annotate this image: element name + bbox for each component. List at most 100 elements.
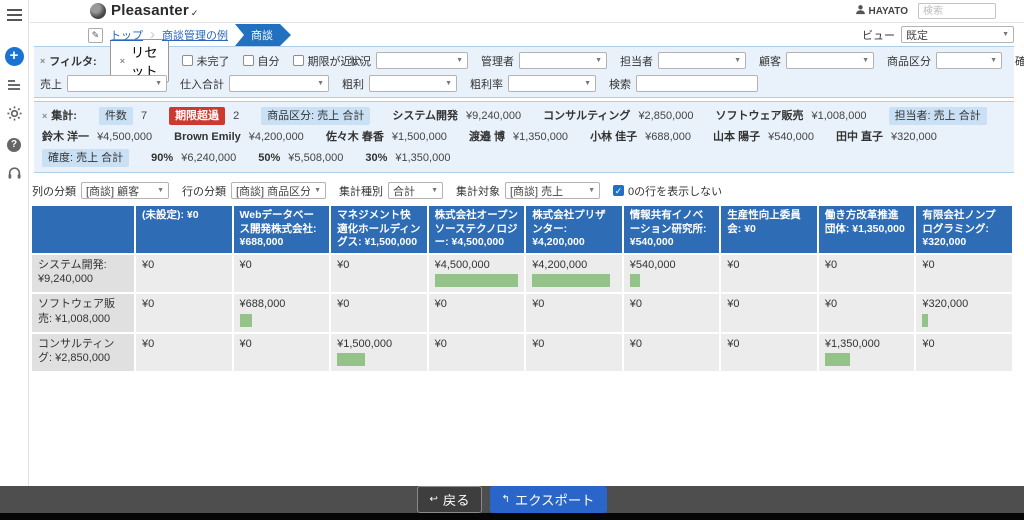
column-header-cell: 働き方改革推進団体: ¥1,350,000	[818, 206, 916, 254]
global-search-input[interactable]	[918, 3, 996, 19]
aggregation-badge[interactable]: 確度: 売上 合計	[42, 149, 129, 167]
column-header-cell: (未設定): ¥0	[135, 206, 233, 254]
back-button[interactable]: ↩ 戻る	[417, 486, 481, 513]
data-cell: ¥4,500,000	[428, 254, 526, 293]
badge-value: 2	[233, 108, 239, 124]
aggregation-badge[interactable]: 商品区分: 売上 合計	[261, 107, 370, 125]
filter-section-label[interactable]: × フィルタ:	[40, 53, 97, 69]
cell-value: ¥0	[630, 297, 714, 311]
filter-field: 商品区分▼	[887, 52, 1002, 69]
filter-field: 顧客▼	[759, 52, 874, 69]
filter-search-input[interactable]	[636, 75, 758, 92]
column-header-cell: Webデータベース開発株式会社: ¥688,000	[233, 206, 331, 254]
plus-icon: +	[10, 47, 19, 64]
chevron-down-icon: ▼	[595, 57, 602, 64]
filter-field-select[interactable]: ▼	[369, 75, 457, 92]
gear-icon[interactable]	[7, 106, 22, 124]
aggregation-target-select[interactable]: [商談] 売上 ▼	[505, 182, 600, 199]
checkbox-icon: ✓	[613, 185, 624, 196]
filter-field: 管理者 ▼	[481, 52, 607, 69]
stat-name: コンサルティング	[543, 108, 630, 124]
chevron-down-icon: ▼	[445, 80, 452, 87]
export-button[interactable]: ↰ エクスポート	[490, 486, 607, 513]
column-category-label: 列の分類	[32, 183, 76, 199]
checkbox-icon	[293, 55, 304, 66]
chevron-down-icon: ▼	[317, 80, 324, 87]
filter-field-select[interactable]: ▼	[376, 52, 468, 69]
data-cell: ¥0	[330, 254, 428, 293]
close-icon: ×	[120, 56, 125, 66]
stat-name: 佐々木 春香	[326, 129, 384, 145]
cell-value: ¥0	[630, 337, 714, 351]
data-cell: ¥4,200,000	[525, 254, 623, 293]
aggregation-stat: システム開発¥9,240,000	[392, 108, 521, 124]
hide-zero-rows-checkbox[interactable]: ✓ 0の行を表示しない	[613, 183, 722, 199]
column-category-select[interactable]: [商談] 顧客 ▼	[81, 182, 169, 199]
aggregation-section-label[interactable]: × 集計:	[42, 108, 77, 124]
filter-field-select[interactable]: ▼	[936, 52, 1002, 69]
navigation-list-icon[interactable]	[8, 80, 21, 92]
filter-field-label: 管理者	[481, 53, 514, 69]
help-icon[interactable]: ?	[7, 138, 21, 152]
hamburger-menu-icon[interactable]	[7, 9, 22, 21]
app-logo[interactable]: Pleasanter ✓	[90, 2, 198, 19]
breadcrumb-link-top[interactable]: トップ	[110, 27, 143, 43]
aggregation-stat: 30%¥1,350,000	[365, 150, 450, 166]
row-category-label: 行の分類	[182, 183, 226, 199]
aggregation-badge-group: 担当者: 売上 合計	[889, 107, 987, 125]
stat-name: 90%	[151, 150, 173, 166]
view-select[interactable]: 既定 ▼	[901, 26, 1014, 43]
stat-name: 50%	[258, 150, 280, 166]
row-category-select[interactable]: [商談] 商品区分 ▼	[231, 182, 326, 199]
new-item-button[interactable]: +	[5, 47, 24, 66]
aggregation-stat: コンサルティング¥2,850,000	[543, 108, 693, 124]
crosstab-corner-cell	[32, 206, 135, 254]
headset-icon[interactable]	[7, 166, 22, 184]
data-cell: ¥0	[135, 254, 233, 293]
data-cell: ¥0	[428, 333, 526, 372]
filter-field-select[interactable]: ▼	[786, 52, 874, 69]
filter-field-select[interactable]: ▼	[658, 52, 746, 69]
chevron-down-icon: ▼	[990, 57, 997, 64]
table-row: ソフトウェア販売: ¥1,008,000¥0¥688,000¥0¥0¥0¥0¥0…	[32, 293, 1013, 332]
filter-field-select[interactable]: ▼	[508, 75, 596, 92]
filter-field-label: 売上	[40, 76, 62, 92]
breadcrumb-current-tab[interactable]: 商談	[235, 24, 291, 46]
data-cell: ¥0	[720, 333, 818, 372]
aggregation-type-select[interactable]: 合計 ▼	[388, 182, 443, 199]
breadcrumb-link-folder[interactable]: 商談管理の例	[162, 27, 228, 43]
person-icon	[855, 4, 866, 18]
filter-field-label: 確度	[1015, 53, 1024, 69]
cell-value: ¥0	[142, 337, 226, 351]
data-cell: ¥0	[135, 293, 233, 332]
stat-value: ¥1,350,000	[395, 150, 450, 166]
data-cell: ¥0	[428, 293, 526, 332]
user-menu[interactable]: HAYATO	[855, 4, 908, 18]
checkbox-icon	[182, 55, 193, 66]
cell-value: ¥0	[727, 337, 811, 351]
aggregation-target-label: 集計対象	[456, 183, 500, 199]
data-cell: ¥540,000	[623, 254, 721, 293]
filter-field-label: 担当者	[620, 53, 653, 69]
edit-button[interactable]: ✎	[88, 28, 103, 43]
aggregation-stat: 鈴木 洋一¥4,500,000	[42, 129, 152, 145]
filter-field-select[interactable]: ▼	[67, 75, 167, 92]
filter-checkbox[interactable]: 未完了	[182, 53, 230, 69]
bottom-black-strip	[0, 513, 1024, 520]
cell-value: ¥0	[825, 297, 909, 311]
breadcrumb: ✎ トップ › 商談管理の例 商談 ビュー 既定 ▼	[30, 24, 1024, 46]
data-cell: ¥0	[915, 333, 1013, 372]
cell-value: ¥540,000	[630, 258, 714, 272]
data-cell: ¥0	[623, 293, 721, 332]
filter-field-select[interactable]: ▼	[229, 75, 329, 92]
aggregation-badge[interactable]: 担当者: 売上 合計	[889, 107, 987, 125]
column-header-cell: 株式会社オープンソーステクノロジー: ¥4,500,000	[428, 206, 526, 254]
filter-field-label: 粗利	[342, 76, 364, 92]
filter-checkbox[interactable]: 自分	[243, 53, 280, 69]
stat-value: ¥1,350,000	[513, 129, 568, 145]
filter-field-select[interactable]: ▼	[519, 52, 607, 69]
value-bar	[825, 353, 850, 366]
overdue-badge[interactable]: 期限超過	[169, 107, 225, 125]
top-bar: Pleasanter ✓ HAYATO	[30, 0, 1024, 23]
aggregation-badge[interactable]: 件数	[99, 107, 133, 125]
